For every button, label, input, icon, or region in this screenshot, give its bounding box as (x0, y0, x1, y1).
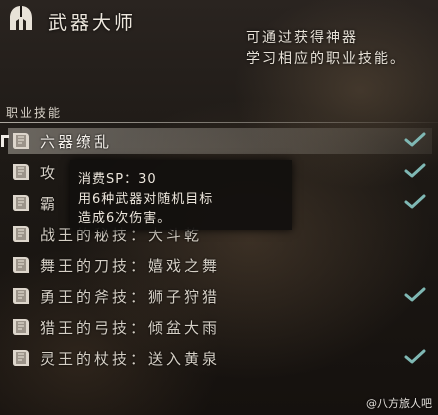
skill-book-icon (13, 288, 29, 304)
skill-row[interactable]: 勇王的斧技：狮子狩猎 (0, 281, 438, 311)
skill-book-icon (13, 319, 29, 335)
skill-book-icon (13, 164, 29, 180)
learned-check-icon (404, 132, 426, 147)
skill-book-icon (13, 226, 29, 242)
tooltip-description-line-2: 造成6次伤害。 (78, 211, 172, 226)
skill-name: 舞王的刀技：嬉戏之舞 (40, 257, 221, 275)
description-line-2: 学习相应的职业技能。 (246, 51, 406, 67)
skill-row[interactable]: 六器缭乱 (0, 126, 438, 156)
skill-book-icon (13, 350, 29, 366)
job-title: 武器大师 (48, 12, 137, 34)
description-line-1: 可通过获得神器 (246, 30, 358, 46)
skill-book-icon (13, 195, 29, 211)
skill-book-icon (13, 133, 29, 149)
skill-name: 攻 (40, 164, 59, 182)
spartan-helmet-icon (10, 6, 32, 30)
section-label: 职业技能 (6, 106, 63, 120)
skill-name: 霸 (40, 195, 59, 213)
skill-book-icon (13, 257, 29, 273)
skill-row[interactable]: 猎王的弓技：倾盆大雨 (0, 312, 438, 342)
skill-row[interactable]: 舞王的刀技：嬉戏之舞 (0, 250, 438, 280)
learned-check-icon (404, 287, 426, 302)
section-divider (0, 122, 438, 123)
skill-name: 灵王的杖技：送入黄泉 (40, 350, 221, 368)
tooltip-sp-cost: 消费SP：30 (78, 172, 157, 187)
learned-check-icon (404, 163, 426, 178)
pointer-cursor-icon (1, 135, 9, 147)
skill-name: 六器缭乱 (40, 133, 113, 151)
skill-row[interactable]: 灵王的杖技：送入黄泉 (0, 343, 438, 373)
skill-name: 勇王的斧技：狮子狩猎 (40, 288, 221, 306)
watermark: @八方旅人吧 (366, 397, 432, 410)
learned-check-icon (404, 349, 426, 364)
learned-check-icon (404, 194, 426, 209)
skill-name: 猎王的弓技：倾盆大雨 (40, 319, 221, 337)
skill-tooltip: 消费SP：30 用6种武器对随机目标 造成6次伤害。 (70, 160, 292, 230)
job-description: 可通过获得神器 学习相应的职业技能。 (246, 28, 406, 70)
tooltip-description-line-1: 用6种武器对随机目标 (78, 192, 214, 207)
weapon-master-screen: 武器大师 可通过获得神器 学习相应的职业技能。 职业技能 六器缭乱攻霸战王的秘技… (0, 0, 438, 415)
